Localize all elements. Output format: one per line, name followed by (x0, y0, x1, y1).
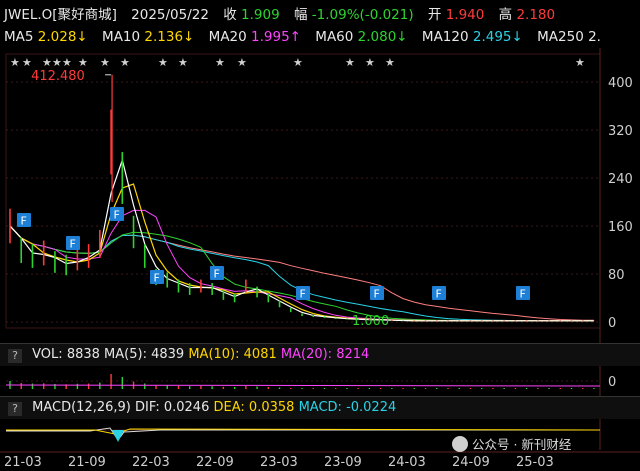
x-tick-label: 21-03 (4, 455, 42, 470)
f-marker-label: F (114, 209, 120, 222)
event-star: ★ (42, 56, 52, 69)
x-tick-label: 21-09 (68, 455, 106, 470)
vol-ma5-value: 4839 (151, 347, 185, 362)
dea-value: 0.0358 (248, 400, 295, 415)
dif-label: DIF: (135, 400, 160, 415)
event-star: ★ (575, 56, 585, 69)
vol-value: 8838 (66, 347, 100, 362)
watermark-text: 公众号 · 新刊财经 (472, 437, 572, 452)
vol-ma10-label: MA(10): (188, 347, 240, 362)
event-star: ★ (52, 56, 62, 69)
macd-value: -0.0224 (346, 400, 397, 415)
event-star: ★ (365, 56, 375, 69)
x-tick-label: 25-03 (516, 455, 554, 470)
event-star: ★ (120, 56, 130, 69)
vol-ma5-label: MA(5): (104, 347, 147, 362)
event-star: ★ (100, 56, 110, 69)
f-marker-label: F (374, 288, 380, 301)
vol-label: VOL (32, 347, 59, 362)
max-price-label: 412.480 (31, 69, 85, 84)
last-price-label: 1.000 (352, 314, 389, 329)
y-tick-label: 160 (608, 220, 633, 235)
volume-ma-line (5, 384, 601, 387)
x-tick-label: 24-09 (452, 455, 490, 470)
f-marker-label: F (436, 288, 442, 301)
x-tick-label: 22-09 (196, 455, 234, 470)
y-tick-label: 0 (608, 316, 616, 331)
event-star: ★ (62, 56, 72, 69)
f-marker-label: F (214, 268, 220, 281)
vol-ma10-value: 4081 (243, 347, 277, 362)
vol-ma20-label: MA(20): (280, 347, 333, 362)
help-icon[interactable]: ? (8, 349, 22, 363)
macd-panel-header: ? MACD(12,26,9) DIF: 0.0246 DEA: 0.0358 … (0, 396, 640, 419)
event-star: ★ (293, 56, 303, 69)
event-star: ★ (345, 56, 355, 69)
event-star: ★ (10, 56, 20, 69)
event-star: ★ (215, 56, 225, 69)
f-marker-label: F (300, 288, 306, 301)
ma60-line (9, 225, 594, 322)
event-star: ★ (78, 56, 88, 69)
event-star: ★ (237, 56, 247, 69)
y-tick-label: 400 (608, 76, 633, 91)
vol-ma20-value: 8214 (336, 347, 370, 362)
f-marker-label: F (520, 288, 526, 301)
x-tick-label: 24-03 (388, 455, 426, 470)
f-marker-label: F (70, 238, 76, 251)
y-tick-label: 320 (608, 124, 633, 139)
event-star: ★ (178, 56, 188, 69)
volume-y-tick: 0 (608, 375, 616, 390)
event-star: ★ (158, 56, 168, 69)
macd-histogram (112, 430, 124, 442)
wechat-icon (452, 436, 468, 452)
x-tick-label: 23-03 (260, 455, 298, 470)
ma20-line (9, 209, 594, 322)
volume-panel-header: ? VOL: 8838 MA(5): 4839 MA(10): 4081 MA(… (0, 343, 640, 366)
help-icon[interactable]: ? (8, 402, 22, 416)
dif-value: 0.0246 (163, 400, 210, 415)
x-tick-label: 23-09 (324, 455, 362, 470)
y-tick-label: 240 (608, 172, 633, 187)
dea-label: DEA: (213, 400, 245, 415)
ma120-line (9, 225, 594, 322)
x-tick-label: 22-03 (132, 455, 170, 470)
watermark: 公众号 · 新刊财经 (452, 434, 571, 453)
macd-title: MACD(12,26,9) (32, 400, 131, 415)
macd-label: MACD: (298, 400, 342, 415)
ma250-line (9, 225, 595, 321)
f-marker-label: F (154, 272, 160, 285)
event-star: ★ (22, 56, 32, 69)
y-tick-label: 80 (608, 268, 625, 283)
event-star: ★ (385, 56, 395, 69)
f-marker-label: F (21, 215, 27, 228)
